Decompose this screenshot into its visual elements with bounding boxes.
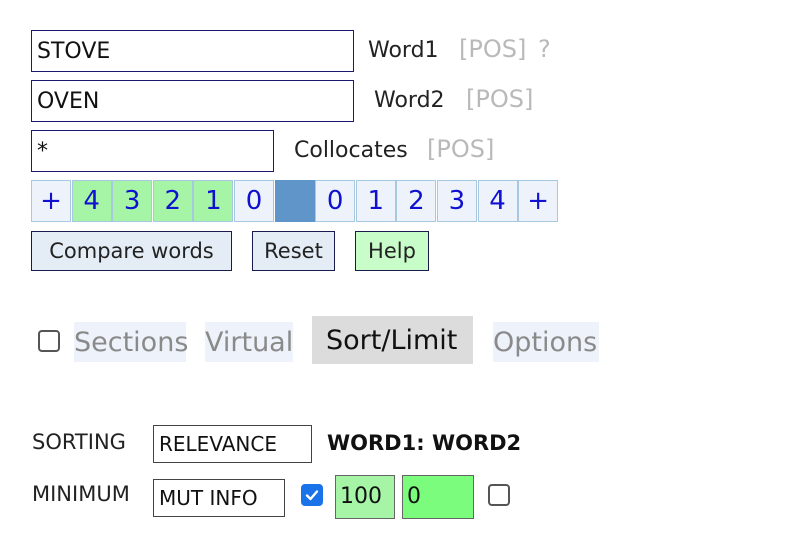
sections-checkbox[interactable]	[38, 330, 60, 352]
tab-sort-limit[interactable]: Sort/Limit	[312, 316, 473, 364]
minimum-freq-checkbox[interactable]	[301, 484, 323, 506]
sorting-label: SORTING	[32, 430, 126, 454]
compare-words-button[interactable]: Compare words	[31, 231, 232, 271]
minimum-mi-input[interactable]: 0	[402, 475, 474, 519]
minimum-label: MINIMUM	[32, 482, 130, 506]
window-right-expand[interactable]: +	[518, 180, 559, 222]
window-left-3[interactable]: 3	[112, 180, 153, 222]
word2-input[interactable]	[31, 80, 354, 122]
word1-help-link[interactable]: ?	[538, 35, 551, 63]
word2-pos-link[interactable]: [POS]	[466, 85, 533, 113]
window-left-1[interactable]: 1	[193, 180, 234, 222]
tab-sort-limit-label: Sort/Limit	[326, 324, 458, 356]
tab-sections-label: Sections	[74, 326, 189, 358]
word1-pos-link[interactable]: [POS]	[459, 35, 526, 63]
tab-options-label: Options	[493, 326, 598, 358]
tab-virtual[interactable]: Virtual	[205, 322, 293, 362]
window-left-2[interactable]: 2	[152, 180, 193, 222]
window-right-3[interactable]: 3	[436, 180, 477, 222]
sort-order-text: WORD1: WORD2	[327, 431, 522, 455]
collocates-input[interactable]	[31, 130, 274, 172]
window-right-0[interactable]: 0	[315, 180, 356, 222]
window-right-1[interactable]: 1	[355, 180, 396, 222]
tab-options[interactable]: Options	[493, 322, 599, 362]
tab-sections[interactable]: Sections	[74, 322, 189, 362]
sorting-select[interactable]: RELEVANCE	[153, 425, 312, 463]
help-button[interactable]: Help	[355, 231, 429, 271]
window-left-0[interactable]: 0	[233, 180, 274, 222]
minimum-select[interactable]: MUT INFO	[153, 479, 285, 517]
tab-virtual-label: Virtual	[205, 326, 294, 358]
word1-input[interactable]	[31, 30, 354, 72]
word2-label: Word2	[374, 88, 445, 113]
reset-button[interactable]: Reset	[252, 231, 335, 271]
word1-label: Word1	[368, 38, 439, 63]
window-right-4[interactable]: 4	[477, 180, 518, 222]
check-icon	[305, 490, 319, 501]
window-right-2[interactable]: 2	[396, 180, 437, 222]
minimum-mi-checkbox[interactable]	[488, 484, 510, 506]
window-left-4[interactable]: 4	[71, 180, 112, 222]
collocate-window-selector: + 4 3 2 1 0 0 1 2 3 4 +	[31, 180, 559, 222]
window-left-expand[interactable]: +	[31, 180, 71, 222]
collocates-label: Collocates	[294, 138, 408, 163]
collocates-pos-link[interactable]: [POS]	[427, 135, 494, 163]
minimum-freq-input[interactable]: 100	[335, 475, 395, 519]
window-node-word	[274, 180, 315, 222]
